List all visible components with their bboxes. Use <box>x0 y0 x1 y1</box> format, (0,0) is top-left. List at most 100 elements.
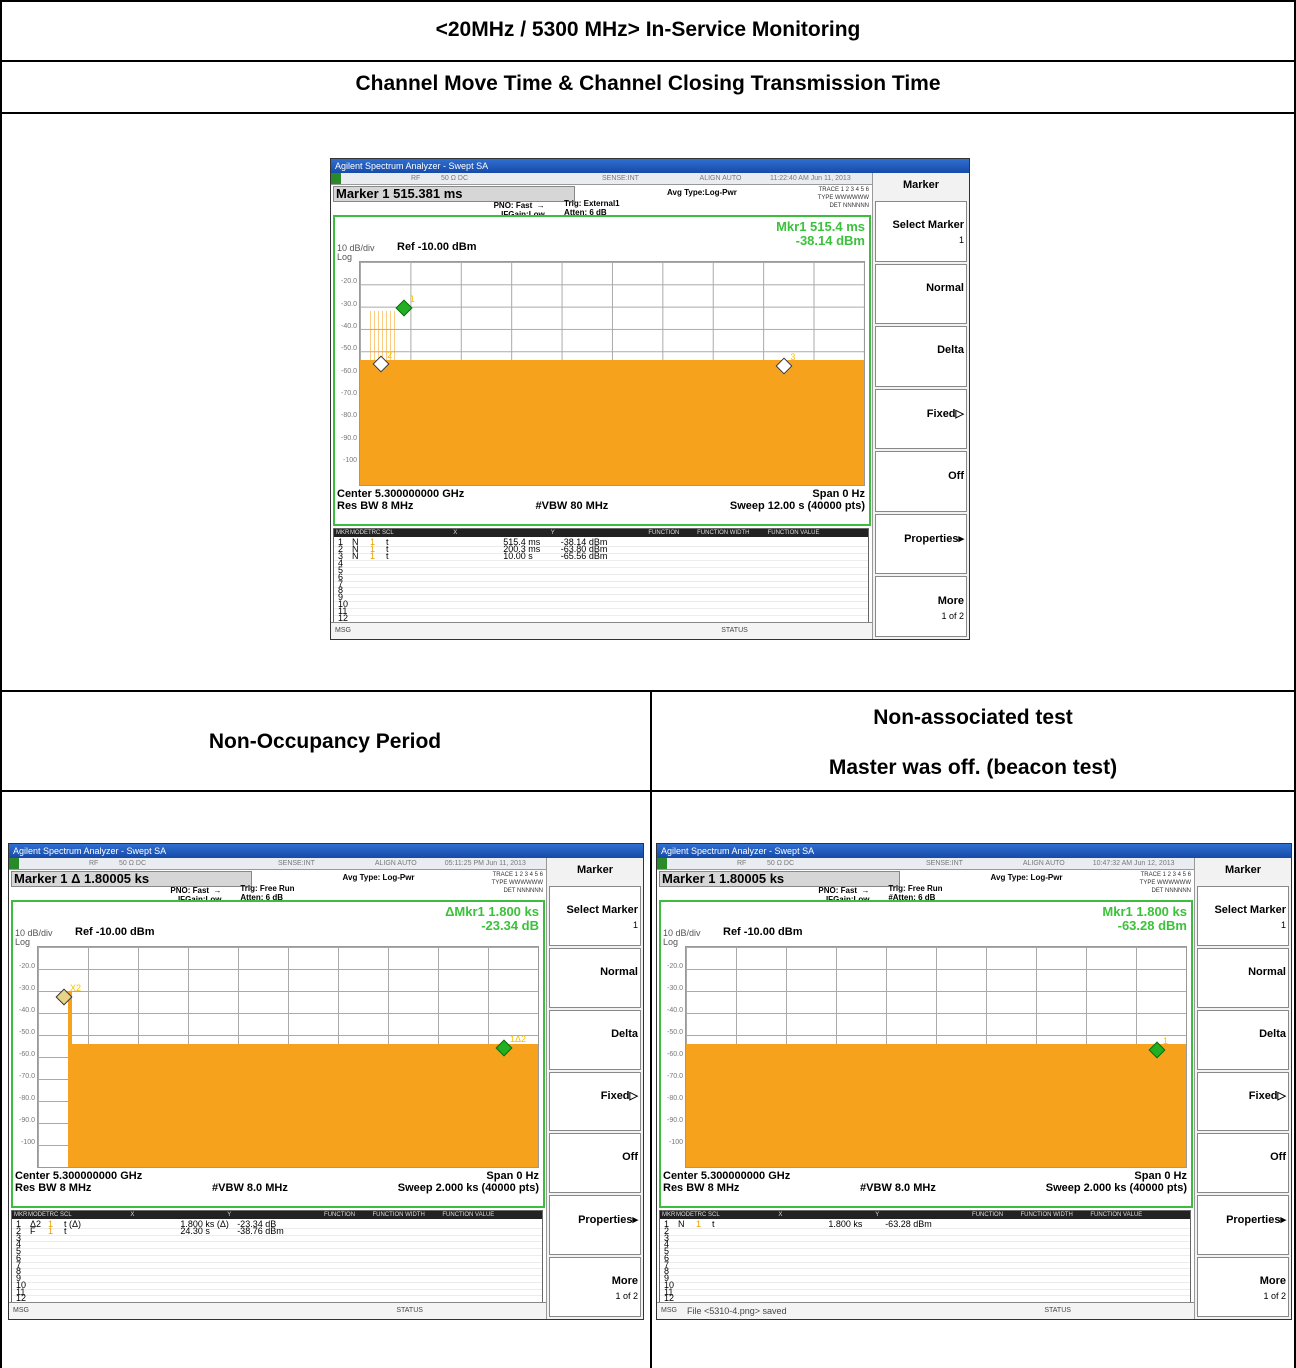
off-button[interactable]: Off <box>1197 1133 1289 1194</box>
marker-label[interactable]: Marker 1 1.80005 ks <box>659 871 900 887</box>
properties-button[interactable]: Properties▸ <box>549 1195 641 1256</box>
column-header: MKR <box>336 530 350 537</box>
marker-table: MKR MODE TRC SCL X Y FUNCTION FUNCTION WIDTH FUN… <box>11 1210 543 1303</box>
select-marker-button-sublabel: 1 <box>958 235 964 246</box>
center-frequency: Center 5.300000000 GHz <box>15 1170 143 1182</box>
message-bar: MSG STATUS <box>9 1302 547 1319</box>
window-title: Agilent Spectrum Analyzer - Swept SA <box>331 159 969 173</box>
marker-x-value: 10.00 s <box>503 550 533 561</box>
off-button[interactable]: Off <box>875 451 967 512</box>
more-button-label: More <box>937 594 964 607</box>
span: Span 0 Hz <box>1134 1170 1187 1182</box>
y-tick-label: -80.0 <box>341 412 357 420</box>
normal-button-label: Normal <box>926 281 964 294</box>
properties-button[interactable]: Properties▸ <box>875 513 967 575</box>
section-title: Channel Move Time & Channel Closing Tran… <box>355 72 941 95</box>
marker-x-value: 1.800 ks <box>828 1219 863 1229</box>
fixed-button-label: Fixed▷ <box>1248 1090 1286 1103</box>
y-tick-label: -80.0 <box>667 1095 683 1102</box>
analyzer-screenshot: Agilent Spectrum Analyzer - Swept SA RF 50… <box>8 843 644 1320</box>
properties-button[interactable]: Properties▸ <box>1197 1195 1289 1256</box>
column-header: SCL <box>60 1212 72 1218</box>
more-button[interactable]: More 1 of 2 <box>1197 1257 1289 1317</box>
message-label: MSG <box>661 1307 677 1314</box>
marker-readout: ΔMkr1 1.800 ks <box>445 904 539 919</box>
y-tick-label: -30.0 <box>667 985 683 992</box>
fixed-button[interactable]: Fixed▷ <box>1197 1071 1289 1132</box>
y-tick-label: -30.0 <box>341 300 357 308</box>
column-header: FUNCTION WIDTH <box>372 1212 425 1218</box>
column-title-left: Non-Occupancy Period <box>208 730 442 753</box>
fixed-button[interactable]: Fixed▷ <box>875 388 967 450</box>
column-title-right-2: Master was off. (beacon test) <box>828 756 1118 779</box>
video-bandwidth: #VBW 8.0 MHz <box>212 1182 288 1194</box>
status-label: STATUS <box>1044 1307 1071 1314</box>
marker-readout-value: -38.14 dBm <box>795 233 865 248</box>
y-tick-label: -40.0 <box>19 1007 35 1014</box>
marker-scale: t <box>712 1219 715 1229</box>
delta-button-label: Delta <box>1259 1027 1286 1040</box>
softkey-panel: Marker Select Marker 1 Normal Delta Fixed▷ Off… <box>546 858 643 1319</box>
y-tick-label: -40.0 <box>667 1007 683 1014</box>
rf-indicator <box>331 173 341 184</box>
sweep-time: Sweep 2.000 ks (40000 pts) <box>1045 1182 1187 1194</box>
delta-button[interactable]: Delta <box>549 1009 641 1070</box>
properties-button-label: Properties▸ <box>578 1214 638 1227</box>
message-label: MSG <box>13 1307 29 1314</box>
y-tick-label: -20.0 <box>19 963 35 970</box>
y-tick-label: -100 <box>20 1139 35 1146</box>
column-header: FUNCTION WIDTH <box>697 530 750 537</box>
select-marker-button-sublabel: 1 <box>1280 919 1286 930</box>
trace-fill <box>360 360 864 486</box>
trace-fill <box>70 1043 538 1167</box>
marker-number: 2 <box>387 349 393 360</box>
marker-readout: Mkr1 515.4 ms <box>776 219 865 234</box>
sweep-time: Sweep 12.00 s (40000 pts) <box>729 500 865 513</box>
marker-label[interactable]: Marker 1 Δ 1.80005 ks <box>11 871 252 887</box>
span: Span 0 Hz <box>486 1170 539 1182</box>
align-label: ALIGN AUTO <box>699 175 742 182</box>
marker-label[interactable]: Marker 1 515.381 ms <box>333 186 576 202</box>
y-tick-label: -20.0 <box>667 963 683 970</box>
marker-trace: 1 <box>370 550 376 561</box>
normal-button[interactable]: Normal <box>875 263 967 325</box>
more-button[interactable]: More 1 of 2 <box>875 576 967 637</box>
normal-button[interactable]: Normal <box>1197 947 1289 1008</box>
marker-mode: N <box>352 550 359 561</box>
more-button[interactable]: More 1 of 2 <box>549 1257 641 1317</box>
span: Span 0 Hz <box>812 488 865 501</box>
message-text: File <5310-4.png> saved <box>687 1306 787 1316</box>
properties-button-label: Properties▸ <box>904 533 964 546</box>
rf-indicator <box>9 858 19 869</box>
resolution-bandwidth: Res BW 8 MHz <box>15 1182 92 1194</box>
center-frequency: Center 5.300000000 GHz <box>337 488 465 501</box>
y-tick-label: -70.0 <box>19 1073 35 1080</box>
delta-button-label: Delta <box>611 1027 638 1040</box>
column-header: FUNCTION VALUE <box>767 530 820 537</box>
center-frequency: Center 5.300000000 GHz <box>663 1170 791 1182</box>
fixed-button-label: Fixed▷ <box>600 1090 638 1103</box>
marker-readout: Mkr1 1.800 ks <box>1102 904 1187 919</box>
softkey-panel: Marker Select Marker 1 Normal Delta Fixed▷ Off… <box>1194 858 1291 1319</box>
marker-number: 3 <box>790 352 796 363</box>
select-marker-button[interactable]: Select Marker 1 <box>1197 886 1289 946</box>
status-bar: RF 50 Ω DC SENSE:INT ALIGN AUTO 11:22:40 AM … <box>331 173 873 185</box>
avg-type: Avg Type: Log-Pwr <box>342 873 415 882</box>
sense-label: SENSE:INT <box>602 175 639 182</box>
fixed-button[interactable]: Fixed▷ <box>549 1071 641 1132</box>
normal-button[interactable]: Normal <box>549 947 641 1008</box>
delta-button[interactable]: Delta <box>1197 1009 1289 1070</box>
column-header: Y <box>875 1212 880 1218</box>
delta-button[interactable]: Delta <box>875 326 967 387</box>
more-button-sublabel: 1 of 2 <box>1263 1291 1286 1302</box>
y-tick-label: -70.0 <box>341 389 357 397</box>
marker-mode: N <box>678 1219 685 1229</box>
fixed-button-label: Fixed▷ <box>926 407 964 420</box>
marker-table: MKR MODE TRC SCL X Y FUNCTION FUNCTION WIDTH FUN… <box>333 528 869 623</box>
marker-y-value: -38.76 dBm <box>237 1225 284 1236</box>
select-marker-button[interactable]: Select Marker 1 <box>549 886 641 946</box>
analyzer-screenshot: Agilent Spectrum Analyzer - Swept SA RF 50… <box>656 843 1292 1320</box>
select-marker-button[interactable]: Select Marker 1 <box>875 201 967 262</box>
off-button[interactable]: Off <box>549 1133 641 1194</box>
table-header: MKR MODE TRC SCL X Y FUNCTION FUNCTION WIDTH FUN… <box>660 1211 1190 1219</box>
